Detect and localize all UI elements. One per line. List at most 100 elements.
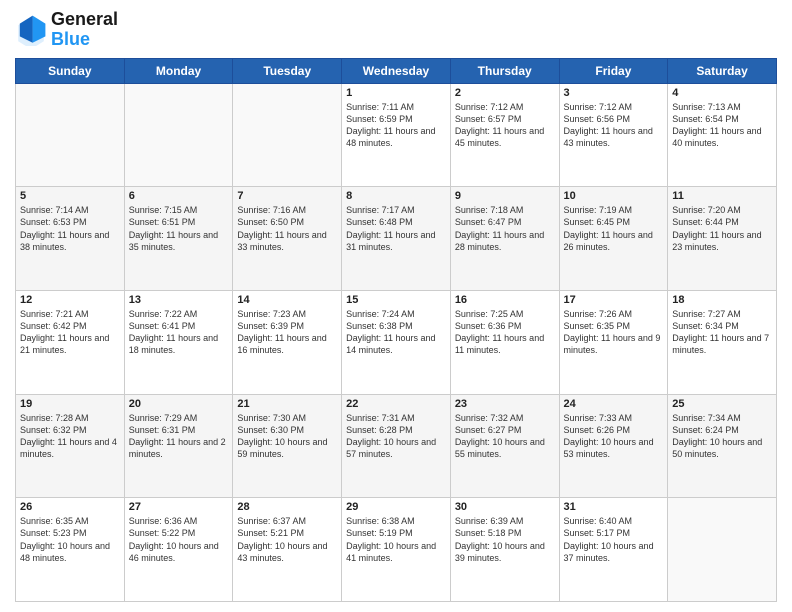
calendar-week-row: 1 Sunrise: 7:11 AM Sunset: 6:59 PM Daylig… <box>16 83 777 187</box>
day-number: 6 <box>129 190 229 202</box>
calendar-cell: 23 Sunrise: 7:32 AM Sunset: 6:27 PM Dayli… <box>450 394 559 498</box>
calendar-cell: 6Sunrise: 7:15 AM Sunset: 6:51 PM Daylig… <box>124 187 233 291</box>
day-number: 14 <box>237 294 337 306</box>
day-number: 2 <box>455 87 555 99</box>
calendar-cell: 19 Sunrise: 7:28 AM Sunset: 6:32 PM Dayli… <box>16 394 125 498</box>
calendar-cell: 7Sunrise: 7:16 AM Sunset: 6:50 PM Daylig… <box>233 187 342 291</box>
day-number: 8 <box>346 190 446 202</box>
day-info: Sunrise: 7:26 AM Sunset: 6:35 PM Dayligh… <box>564 308 664 357</box>
day-info: Sunrise: 7:33 AM Sunset: 6:26 PM Dayligh… <box>564 412 664 461</box>
day-number: 3 <box>564 87 664 99</box>
day-info: Sunrise: 7:29 AM Sunset: 6:31 PM Dayligh… <box>129 412 229 461</box>
day-info: Sunrise: 7:19 AM Sunset: 6:45 PM Dayligh… <box>564 204 664 253</box>
logo-icon <box>15 14 47 46</box>
calendar-cell: 8 Sunrise: 7:17 AM Sunset: 6:48 PM Daylig… <box>342 187 451 291</box>
calendar-week-row: 12 Sunrise: 7:21 AM Sunset: 6:42 PM Dayli… <box>16 290 777 394</box>
calendar-cell: 17 Sunrise: 7:26 AM Sunset: 6:35 PM Dayli… <box>559 290 668 394</box>
calendar-cell: 29 Sunrise: 6:38 AM Sunset: 5:19 PM Dayli… <box>342 498 451 602</box>
calendar-week-row: 19 Sunrise: 7:28 AM Sunset: 6:32 PM Dayli… <box>16 394 777 498</box>
day-number: 29 <box>346 501 446 513</box>
calendar-week-row: 5Sunrise: 7:14 AM Sunset: 6:53 PM Daylig… <box>16 187 777 291</box>
day-number: 22 <box>346 398 446 410</box>
day-number: 23 <box>455 398 555 410</box>
day-info: Sunrise: 7:28 AM Sunset: 6:32 PM Dayligh… <box>20 412 120 461</box>
calendar-weekday-thursday: Thursday <box>450 58 559 83</box>
day-number: 12 <box>20 294 120 306</box>
day-number: 16 <box>455 294 555 306</box>
calendar-cell: 27Sunrise: 6:36 AM Sunset: 5:22 PM Dayli… <box>124 498 233 602</box>
calendar-cell: 31Sunrise: 6:40 AM Sunset: 5:17 PM Dayli… <box>559 498 668 602</box>
calendar-weekday-saturday: Saturday <box>668 58 777 83</box>
calendar-weekday-tuesday: Tuesday <box>233 58 342 83</box>
logo-general: General <box>51 10 118 30</box>
day-info: Sunrise: 7:11 AM Sunset: 6:59 PM Dayligh… <box>346 101 446 150</box>
day-info: Sunrise: 7:32 AM Sunset: 6:27 PM Dayligh… <box>455 412 555 461</box>
calendar-weekday-sunday: Sunday <box>16 58 125 83</box>
day-info: Sunrise: 6:36 AM Sunset: 5:22 PM Dayligh… <box>129 515 229 564</box>
logo: General Blue <box>15 10 118 50</box>
day-number: 18 <box>672 294 772 306</box>
calendar-cell: 13 Sunrise: 7:22 AM Sunset: 6:41 PM Dayli… <box>124 290 233 394</box>
calendar-cell <box>16 83 125 187</box>
day-info: Sunrise: 7:18 AM Sunset: 6:47 PM Dayligh… <box>455 204 555 253</box>
calendar-weekday-monday: Monday <box>124 58 233 83</box>
calendar-cell: 20Sunrise: 7:29 AM Sunset: 6:31 PM Dayli… <box>124 394 233 498</box>
day-number: 4 <box>672 87 772 99</box>
calendar-header-row: SundayMondayTuesdayWednesdayThursdayFrid… <box>16 58 777 83</box>
day-info: Sunrise: 7:34 AM Sunset: 6:24 PM Dayligh… <box>672 412 772 461</box>
calendar-cell: 24 Sunrise: 7:33 AM Sunset: 6:26 PM Dayli… <box>559 394 668 498</box>
header: General Blue <box>15 10 777 50</box>
day-number: 15 <box>346 294 446 306</box>
day-info: Sunrise: 7:22 AM Sunset: 6:41 PM Dayligh… <box>129 308 229 357</box>
calendar-cell: 16 Sunrise: 7:25 AM Sunset: 6:36 PM Dayli… <box>450 290 559 394</box>
calendar-cell: 18 Sunrise: 7:27 AM Sunset: 6:34 PM Dayli… <box>668 290 777 394</box>
day-number: 13 <box>129 294 229 306</box>
day-info: Sunrise: 7:24 AM Sunset: 6:38 PM Dayligh… <box>346 308 446 357</box>
calendar-cell: 28 Sunrise: 6:37 AM Sunset: 5:21 PM Dayli… <box>233 498 342 602</box>
calendar-cell: 14 Sunrise: 7:23 AM Sunset: 6:39 PM Dayli… <box>233 290 342 394</box>
day-number: 5 <box>20 190 120 202</box>
calendar-cell: 4 Sunrise: 7:13 AM Sunset: 6:54 PM Daylig… <box>668 83 777 187</box>
day-info: Sunrise: 7:21 AM Sunset: 6:42 PM Dayligh… <box>20 308 120 357</box>
day-info: Sunrise: 7:23 AM Sunset: 6:39 PM Dayligh… <box>237 308 337 357</box>
calendar-cell <box>668 498 777 602</box>
logo-blue: Blue <box>51 30 118 50</box>
day-info: Sunrise: 7:17 AM Sunset: 6:48 PM Dayligh… <box>346 204 446 253</box>
calendar-table: SundayMondayTuesdayWednesdayThursdayFrid… <box>15 58 777 602</box>
day-info: Sunrise: 7:13 AM Sunset: 6:54 PM Dayligh… <box>672 101 772 150</box>
day-info: Sunrise: 7:27 AM Sunset: 6:34 PM Dayligh… <box>672 308 772 357</box>
calendar-week-row: 26Sunrise: 6:35 AM Sunset: 5:23 PM Dayli… <box>16 498 777 602</box>
day-number: 31 <box>564 501 664 513</box>
day-info: Sunrise: 7:12 AM Sunset: 6:56 PM Dayligh… <box>564 101 664 150</box>
day-info: Sunrise: 7:20 AM Sunset: 6:44 PM Dayligh… <box>672 204 772 253</box>
day-number: 19 <box>20 398 120 410</box>
day-info: Sunrise: 7:30 AM Sunset: 6:30 PM Dayligh… <box>237 412 337 461</box>
day-number: 10 <box>564 190 664 202</box>
day-number: 28 <box>237 501 337 513</box>
calendar-cell: 10 Sunrise: 7:19 AM Sunset: 6:45 PM Dayli… <box>559 187 668 291</box>
calendar-cell: 21Sunrise: 7:30 AM Sunset: 6:30 PM Dayli… <box>233 394 342 498</box>
day-info: Sunrise: 6:35 AM Sunset: 5:23 PM Dayligh… <box>20 515 120 564</box>
calendar-cell: 5Sunrise: 7:14 AM Sunset: 6:53 PM Daylig… <box>16 187 125 291</box>
day-number: 17 <box>564 294 664 306</box>
day-info: Sunrise: 6:38 AM Sunset: 5:19 PM Dayligh… <box>346 515 446 564</box>
calendar-cell: 9 Sunrise: 7:18 AM Sunset: 6:47 PM Daylig… <box>450 187 559 291</box>
day-number: 1 <box>346 87 446 99</box>
calendar-cell: 12 Sunrise: 7:21 AM Sunset: 6:42 PM Dayli… <box>16 290 125 394</box>
day-number: 7 <box>237 190 337 202</box>
calendar-cell: 30Sunrise: 6:39 AM Sunset: 5:18 PM Dayli… <box>450 498 559 602</box>
day-info: Sunrise: 7:25 AM Sunset: 6:36 PM Dayligh… <box>455 308 555 357</box>
day-info: Sunrise: 7:31 AM Sunset: 6:28 PM Dayligh… <box>346 412 446 461</box>
day-number: 9 <box>455 190 555 202</box>
calendar-cell: 3 Sunrise: 7:12 AM Sunset: 6:56 PM Daylig… <box>559 83 668 187</box>
day-number: 11 <box>672 190 772 202</box>
page: General Blue SundayMondayTuesdayWednesda… <box>0 0 792 612</box>
calendar-cell: 26Sunrise: 6:35 AM Sunset: 5:23 PM Dayli… <box>16 498 125 602</box>
calendar-cell: 11 Sunrise: 7:20 AM Sunset: 6:44 PM Dayli… <box>668 187 777 291</box>
calendar-cell: 22 Sunrise: 7:31 AM Sunset: 6:28 PM Dayli… <box>342 394 451 498</box>
day-info: Sunrise: 6:37 AM Sunset: 5:21 PM Dayligh… <box>237 515 337 564</box>
day-number: 30 <box>455 501 555 513</box>
logo-text: General Blue <box>51 10 118 50</box>
calendar-weekday-wednesday: Wednesday <box>342 58 451 83</box>
day-number: 24 <box>564 398 664 410</box>
